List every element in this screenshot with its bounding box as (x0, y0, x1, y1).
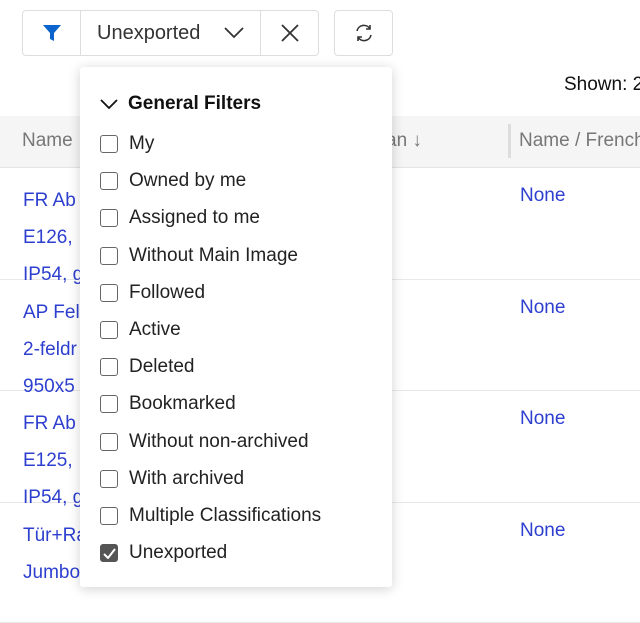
filter-option-label: Without non-archived (129, 430, 309, 452)
clear-filter-button[interactable] (261, 11, 318, 55)
refresh-button[interactable] (334, 10, 393, 56)
filter-option-label: Followed (129, 281, 206, 303)
checkbox[interactable] (100, 135, 118, 153)
filter-select-value: Unexported (97, 21, 201, 44)
chevron-down-icon (100, 99, 118, 109)
checkbox[interactable] (100, 358, 118, 377)
column-header-name[interactable]: Name (22, 130, 73, 152)
filter-toolbar: Unexported (22, 10, 319, 56)
french-name-link[interactable]: None (520, 182, 565, 209)
name-line: E126, (23, 227, 73, 248)
section-general-filters[interactable]: General Filters (100, 93, 261, 115)
filter-option[interactable]: Assigned to me (100, 207, 260, 229)
name-line: FR Ab (23, 413, 76, 434)
filter-option[interactable]: Followed (100, 282, 205, 304)
filter-dropdown: General Filters My Owned by me Assigned to… (80, 67, 392, 587)
filter-option-label: Active (129, 319, 181, 340)
filter-option[interactable]: Bookmarked (100, 393, 236, 415)
filter-option-label: Deleted (129, 356, 195, 378)
check-icon (102, 548, 116, 559)
filter-option[interactable]: Owned by me (100, 170, 246, 192)
product-name-link[interactable]: AP Fel 2-feldr 950x5 (23, 294, 80, 405)
filter-option[interactable]: Without Main Image (100, 245, 298, 267)
checkbox[interactable] (100, 395, 118, 414)
filter-option[interactable]: Multiple Classifications (100, 505, 321, 527)
refresh-icon (355, 24, 372, 42)
checkbox[interactable] (100, 432, 118, 451)
chevron-down-icon (224, 27, 244, 39)
filter-button[interactable] (23, 11, 81, 55)
filter-option-label: Owned by me (129, 170, 247, 192)
checkbox[interactable] (100, 469, 118, 488)
filter-option[interactable]: With archived (100, 468, 244, 490)
filter-option-label: With archived (129, 467, 245, 489)
filter-option[interactable]: Without non-archived (100, 431, 309, 453)
filter-option[interactable]: My (100, 133, 154, 155)
column-resizer[interactable] (508, 124, 511, 158)
close-icon (280, 24, 299, 42)
product-name-link[interactable]: FR Ab E125, IP54, g (23, 405, 83, 516)
name-line: FR Ab (23, 190, 76, 211)
name-line: AP Fel (23, 302, 80, 323)
checkbox[interactable] (100, 507, 118, 525)
name-line: 2-feldr (23, 339, 77, 360)
filter-option-label: Multiple Classifications (129, 505, 322, 526)
checkbox[interactable] (100, 172, 118, 191)
name-line: E125, (23, 450, 73, 471)
section-title: General Filters (128, 93, 262, 114)
name-line: Tür+Ra (23, 525, 87, 546)
french-name-link[interactable]: None (520, 405, 565, 432)
french-name-link[interactable]: None (520, 294, 565, 321)
french-name-link[interactable]: None (520, 517, 565, 544)
shown-count: Shown: 2 (564, 74, 640, 95)
filter-option-label: My (129, 133, 155, 154)
checkbox[interactable] (100, 544, 118, 563)
column-header-name-french[interactable]: Name / French (519, 130, 640, 152)
filter-option-label: Without Main Image (129, 244, 298, 266)
checkbox[interactable] (100, 321, 118, 339)
filter-option[interactable]: Unexported (100, 542, 227, 564)
checkbox[interactable] (100, 209, 118, 228)
checkbox[interactable] (100, 246, 118, 265)
product-name-link[interactable]: FR Ab E126, IP54, g (23, 182, 83, 293)
filter-option-label: Assigned to me (129, 207, 260, 229)
filter-option-label: Unexported (129, 542, 228, 564)
filter-select[interactable]: Unexported (81, 11, 261, 55)
filter-option[interactable]: Deleted (100, 356, 195, 378)
filter-option-label: Bookmarked (129, 393, 236, 415)
name-line: Jumbo (23, 562, 81, 583)
filter-option[interactable]: Active (100, 319, 181, 341)
checkbox[interactable] (100, 283, 118, 302)
product-name-link[interactable]: Tür+Ra Jumbo (23, 517, 87, 591)
filter-icon (42, 25, 61, 41)
